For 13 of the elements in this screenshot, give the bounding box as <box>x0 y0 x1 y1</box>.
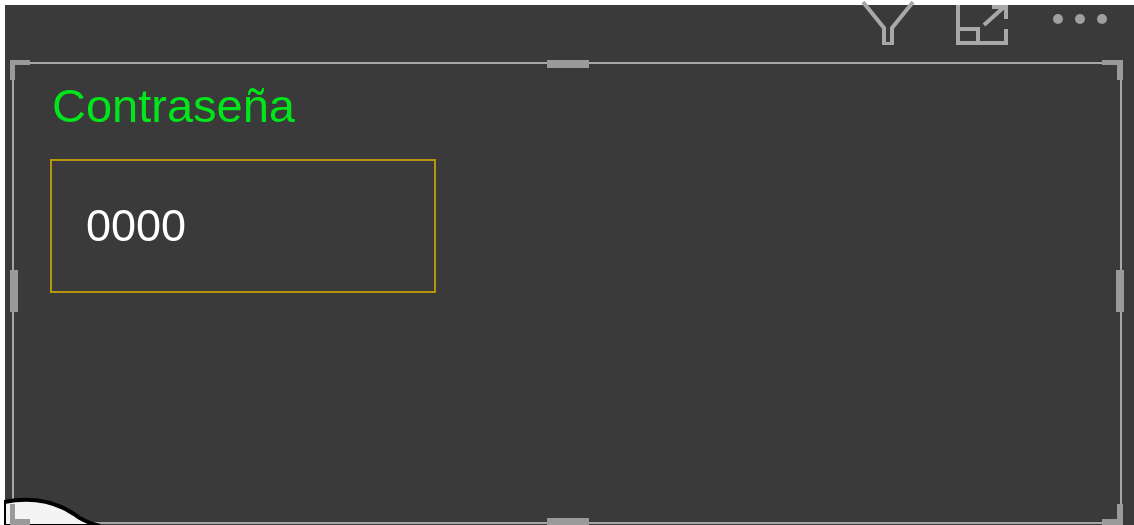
resize-handle[interactable] <box>1116 270 1124 312</box>
filter-icon[interactable] <box>860 0 916 45</box>
more-options-icon[interactable] <box>1052 13 1108 25</box>
visual-title: Contraseña <box>52 82 295 129</box>
password-field[interactable]: 0000 <box>50 159 436 293</box>
resize-handle[interactable] <box>10 270 18 312</box>
resize-handle[interactable] <box>1102 504 1124 525</box>
resize-handle[interactable] <box>1102 60 1124 82</box>
resize-handle[interactable] <box>10 504 32 525</box>
focus-mode-icon[interactable] <box>956 5 1010 45</box>
resize-handle[interactable] <box>547 60 589 68</box>
resize-handle[interactable] <box>10 60 32 82</box>
resize-handle[interactable] <box>547 518 589 525</box>
